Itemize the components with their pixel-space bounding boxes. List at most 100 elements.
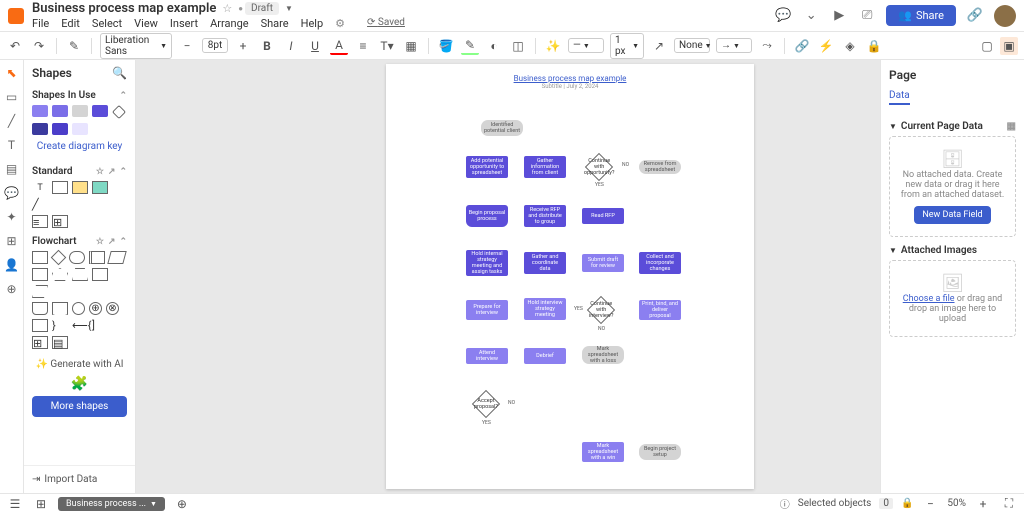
node-continue-interview[interactable]: Continue with interview?	[587, 296, 615, 324]
table-tool-icon[interactable]: ⊞	[5, 234, 19, 248]
swatch-diamond[interactable]	[112, 105, 126, 119]
star-icon[interactable]: ☆	[222, 2, 232, 15]
lock-icon[interactable]: 🔒	[901, 498, 913, 509]
undo-button[interactable]: ↶	[6, 37, 24, 55]
swatch-blue[interactable]	[92, 105, 108, 117]
layout-button[interactable]: ▦	[402, 37, 420, 55]
menu-file[interactable]: File	[32, 17, 49, 30]
fc-shape7[interactable]	[52, 302, 68, 315]
extension-icon[interactable]: ⚙	[335, 17, 345, 30]
highlight-button[interactable]: ✎	[461, 37, 479, 55]
shape-text[interactable]: T	[32, 181, 48, 194]
fc-shape12[interactable]: ⟵{	[72, 319, 88, 332]
search-icon[interactable]: 🔍	[112, 66, 127, 80]
format-painter-icon[interactable]: ✎	[65, 37, 83, 55]
comment-tool-icon[interactable]: 💬	[5, 186, 19, 200]
fc-terminal[interactable]	[69, 251, 85, 264]
node-add-opportunity[interactable]: Add potential opportunity to spreadsheet	[466, 156, 508, 178]
fc-shape9[interactable]: ⊗	[106, 302, 119, 315]
create-diagram-key[interactable]: Create diagram key	[32, 135, 127, 158]
swatch-purple2[interactable]	[52, 105, 68, 117]
border-color-button[interactable]: ◐	[485, 37, 503, 55]
line-tool-icon[interactable]: ╱	[5, 114, 19, 128]
fc-shape10[interactable]	[32, 319, 48, 332]
text-color-button[interactable]: A	[330, 37, 348, 55]
info-icon[interactable]: ⓘ	[780, 496, 790, 511]
more-shapes-button[interactable]: More shapes	[32, 396, 127, 417]
swatch-darkblue2[interactable]	[52, 123, 68, 135]
line-end-select[interactable]: → ▼	[716, 38, 752, 53]
fc-data[interactable]	[107, 251, 126, 264]
node-remove[interactable]: Remove from spreadsheet	[639, 160, 681, 174]
collapse-icon[interactable]: ⌃	[119, 167, 127, 177]
node-attend-interview[interactable]: Attend interview	[466, 348, 508, 364]
bold-button[interactable]: B	[258, 37, 276, 55]
node-print-deliver[interactable]: Print, bind, and deliver proposal	[639, 300, 681, 320]
generate-with-ai[interactable]: ✨ Generate with AI	[24, 353, 135, 376]
action-button[interactable]: ⚡	[817, 37, 835, 55]
menu-view[interactable]: View	[134, 17, 158, 30]
shape-note[interactable]	[72, 181, 88, 194]
pin-icon[interactable]: ☆	[96, 237, 104, 247]
swatch-gray[interactable]	[72, 105, 88, 117]
line-type-button[interactable]: ↗	[650, 37, 668, 55]
smart-tool-icon[interactable]: ✦	[5, 210, 19, 224]
import-data-button[interactable]: ⇥ Import Data	[24, 465, 135, 493]
rp-tab-data[interactable]: Data	[889, 90, 910, 105]
rp-image-drop[interactable]: 🖼 Choose a file or drag and drop an imag…	[889, 260, 1016, 337]
comment-icon[interactable]: 💬	[774, 7, 792, 25]
text-options-button[interactable]: T▾	[378, 37, 396, 55]
person-tool-icon[interactable]: 👤	[5, 258, 19, 272]
present-icon[interactable]: ▶	[830, 7, 848, 25]
record-icon[interactable]: ⎚	[858, 7, 876, 25]
chevron-down-icon[interactable]: ⌄	[802, 7, 820, 25]
node-mark-loss[interactable]: Mark spreadsheet with a loss	[582, 346, 624, 364]
layer-button[interactable]: ◈	[841, 37, 859, 55]
grid-icon[interactable]: ▦	[1007, 121, 1016, 132]
node-accept-proposal[interactable]: Accept proposal?	[472, 390, 500, 418]
draft-badge[interactable]: Draft	[245, 2, 279, 15]
fc-circle[interactable]	[72, 302, 85, 315]
collapse-icon[interactable]: ⌃	[119, 237, 127, 247]
node-debrief[interactable]: Debrief	[524, 348, 566, 364]
pin-icon[interactable]: ☆	[96, 167, 104, 177]
zoom-level[interactable]: 50%	[947, 498, 966, 509]
node-interview-strategy[interactable]: Hold interview strategy meeting	[524, 298, 566, 320]
collapse-icon[interactable]: ⌃	[119, 91, 127, 101]
node-continue-opp[interactable]: Continue with opportunity?	[585, 153, 613, 181]
shape-block[interactable]	[92, 181, 108, 194]
page-tab[interactable]: Business process ... ▼	[58, 497, 165, 511]
node-gather-data[interactable]: Gather and coordinate data	[524, 252, 566, 274]
shape-list[interactable]: ≡	[32, 215, 48, 228]
zoom-out-button[interactable]: −	[921, 495, 939, 513]
shape-style-button[interactable]: ◫	[509, 37, 527, 55]
menu-help[interactable]: Help	[301, 17, 324, 30]
fc-shape5[interactable]	[32, 285, 48, 298]
panel-toggle-2[interactable]: ▣	[1000, 37, 1018, 55]
italic-button[interactable]: I	[282, 37, 300, 55]
align-button[interactable]: ≡	[354, 37, 372, 55]
fc-shape2[interactable]	[52, 268, 68, 281]
lock-button[interactable]: 🔒	[865, 37, 883, 55]
swatch-purple[interactable]	[32, 105, 48, 117]
layers-icon[interactable]: ⊞	[32, 495, 50, 513]
fc-shape3[interactable]	[72, 268, 88, 281]
font-select[interactable]: Liberation Sans ▼	[100, 33, 172, 59]
fc-shape15[interactable]: ▤	[52, 336, 68, 349]
shape-rect[interactable]	[52, 181, 68, 194]
app-logo[interactable]	[8, 8, 24, 24]
fc-shape1[interactable]	[32, 268, 48, 281]
line-jump-button[interactable]: ⤳	[758, 37, 776, 55]
swatch-light[interactable]	[72, 123, 88, 135]
fullscreen-icon[interactable]: ⛶	[1000, 495, 1018, 513]
fc-shape13[interactable]: ]	[92, 319, 108, 332]
draft-caret[interactable]: ▼	[285, 4, 293, 13]
node-mark-win[interactable]: Mark spreadsheet with a win	[582, 442, 624, 462]
node-read-rfp[interactable]: Read RFP	[582, 208, 624, 224]
redo-button[interactable]: ↷	[30, 37, 48, 55]
fc-shape6[interactable]	[32, 302, 48, 315]
node-submit-draft[interactable]: Submit draft for review	[582, 254, 624, 272]
fc-predef[interactable]	[89, 251, 105, 264]
line-width-select[interactable]: 1 px▼	[610, 33, 644, 59]
fc-shape4[interactable]	[92, 268, 108, 281]
